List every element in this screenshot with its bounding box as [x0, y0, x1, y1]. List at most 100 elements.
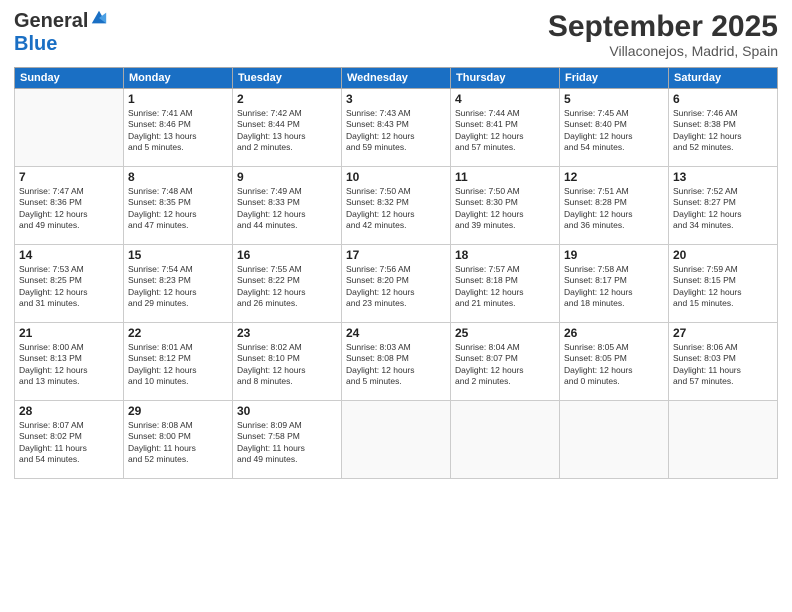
table-row: 9 Sunrise: 7:49 AMSunset: 8:33 PMDaylight… [233, 167, 342, 245]
calendar-header-row: Sunday Monday Tuesday Wednesday Thursday… [15, 68, 778, 89]
day-number: 8 [128, 170, 228, 184]
day-info: Sunrise: 8:06 AMSunset: 8:03 PMDaylight:… [673, 342, 773, 388]
header: General Blue September 2025 Villaconejos… [14, 10, 778, 59]
day-info: Sunrise: 8:05 AMSunset: 8:05 PMDaylight:… [564, 342, 664, 388]
day-number: 17 [346, 248, 446, 262]
table-row: 15 Sunrise: 7:54 AMSunset: 8:23 PMDayligh… [124, 245, 233, 323]
col-wednesday: Wednesday [342, 68, 451, 89]
day-info: Sunrise: 8:01 AMSunset: 8:12 PMDaylight:… [128, 342, 228, 388]
col-sunday: Sunday [15, 68, 124, 89]
day-info: Sunrise: 8:00 AMSunset: 8:13 PMDaylight:… [19, 342, 119, 388]
day-info: Sunrise: 8:07 AMSunset: 8:02 PMDaylight:… [19, 420, 119, 466]
table-row: 30 Sunrise: 8:09 AMSunset: 7:58 PMDayligh… [233, 401, 342, 479]
calendar-week-row: 21 Sunrise: 8:00 AMSunset: 8:13 PMDayligh… [15, 323, 778, 401]
table-row: 6 Sunrise: 7:46 AMSunset: 8:38 PMDaylight… [669, 89, 778, 167]
day-info: Sunrise: 7:50 AMSunset: 8:30 PMDaylight:… [455, 186, 555, 232]
calendar-week-row: 7 Sunrise: 7:47 AMSunset: 8:36 PMDaylight… [15, 167, 778, 245]
table-row: 8 Sunrise: 7:48 AMSunset: 8:35 PMDaylight… [124, 167, 233, 245]
day-info: Sunrise: 8:04 AMSunset: 8:07 PMDaylight:… [455, 342, 555, 388]
day-number: 11 [455, 170, 555, 184]
day-info: Sunrise: 7:49 AMSunset: 8:33 PMDaylight:… [237, 186, 337, 232]
day-number: 6 [673, 92, 773, 106]
table-row [15, 89, 124, 167]
day-info: Sunrise: 7:48 AMSunset: 8:35 PMDaylight:… [128, 186, 228, 232]
logo-icon [90, 9, 108, 27]
day-info: Sunrise: 7:54 AMSunset: 8:23 PMDaylight:… [128, 264, 228, 310]
day-info: Sunrise: 7:43 AMSunset: 8:43 PMDaylight:… [346, 108, 446, 154]
day-number: 22 [128, 326, 228, 340]
table-row: 24Sunrise: 8:03 AMSunset: 8:08 PMDayligh… [342, 323, 451, 401]
day-number: 25 [455, 326, 555, 340]
table-row: 18 Sunrise: 7:57 AMSunset: 8:18 PMDayligh… [451, 245, 560, 323]
col-saturday: Saturday [669, 68, 778, 89]
table-row: 21 Sunrise: 8:00 AMSunset: 8:13 PMDayligh… [15, 323, 124, 401]
calendar-table: Sunday Monday Tuesday Wednesday Thursday… [14, 67, 778, 479]
table-row: 22 Sunrise: 8:01 AMSunset: 8:12 PMDayligh… [124, 323, 233, 401]
calendar-week-row: 14Sunrise: 7:53 AMSunset: 8:25 PMDayligh… [15, 245, 778, 323]
day-number: 10 [346, 170, 446, 184]
day-number: 21 [19, 326, 119, 340]
day-number: 24 [346, 326, 446, 340]
table-row: 2Sunrise: 7:42 AMSunset: 8:44 PMDaylight… [233, 89, 342, 167]
table-row: 20 Sunrise: 7:59 AMSunset: 8:15 PMDayligh… [669, 245, 778, 323]
day-number: 30 [237, 404, 337, 418]
day-number: 12 [564, 170, 664, 184]
day-number: 23 [237, 326, 337, 340]
table-row [342, 401, 451, 479]
day-info: Sunrise: 7:41 AMSunset: 8:46 PMDaylight:… [128, 108, 228, 154]
col-thursday: Thursday [451, 68, 560, 89]
day-number: 9 [237, 170, 337, 184]
table-row: 23 Sunrise: 8:02 AMSunset: 8:10 PMDayligh… [233, 323, 342, 401]
logo-general-text: General [14, 10, 88, 33]
col-friday: Friday [560, 68, 669, 89]
table-row: 3 Sunrise: 7:43 AMSunset: 8:43 PMDaylight… [342, 89, 451, 167]
day-number: 15 [128, 248, 228, 262]
col-tuesday: Tuesday [233, 68, 342, 89]
day-number: 7 [19, 170, 119, 184]
calendar-week-row: 28Sunrise: 8:07 AMSunset: 8:02 PMDayligh… [15, 401, 778, 479]
table-row: 7 Sunrise: 7:47 AMSunset: 8:36 PMDaylight… [15, 167, 124, 245]
logo: General Blue [14, 10, 108, 56]
logo-blue-text: Blue [14, 33, 57, 56]
day-info: Sunrise: 7:46 AMSunset: 8:38 PMDaylight:… [673, 108, 773, 154]
day-number: 19 [564, 248, 664, 262]
table-row: 17Sunrise: 7:56 AMSunset: 8:20 PMDayligh… [342, 245, 451, 323]
day-number: 18 [455, 248, 555, 262]
day-number: 20 [673, 248, 773, 262]
table-row: 28Sunrise: 8:07 AMSunset: 8:02 PMDayligh… [15, 401, 124, 479]
table-row [560, 401, 669, 479]
day-info: Sunrise: 8:02 AMSunset: 8:10 PMDaylight:… [237, 342, 337, 388]
table-row: 29 Sunrise: 8:08 AMSunset: 8:00 PMDayligh… [124, 401, 233, 479]
day-info: Sunrise: 7:58 AMSunset: 8:17 PMDaylight:… [564, 264, 664, 310]
table-row: 26Sunrise: 8:05 AMSunset: 8:05 PMDayligh… [560, 323, 669, 401]
table-row: 25 Sunrise: 8:04 AMSunset: 8:07 PMDayligh… [451, 323, 560, 401]
day-info: Sunrise: 7:50 AMSunset: 8:32 PMDaylight:… [346, 186, 446, 232]
day-number: 29 [128, 404, 228, 418]
main-title: September 2025 [548, 10, 778, 43]
table-row: 14Sunrise: 7:53 AMSunset: 8:25 PMDayligh… [15, 245, 124, 323]
day-info: Sunrise: 7:44 AMSunset: 8:41 PMDaylight:… [455, 108, 555, 154]
table-row [451, 401, 560, 479]
table-row: 27Sunrise: 8:06 AMSunset: 8:03 PMDayligh… [669, 323, 778, 401]
day-info: Sunrise: 7:57 AMSunset: 8:18 PMDaylight:… [455, 264, 555, 310]
day-info: Sunrise: 7:47 AMSunset: 8:36 PMDaylight:… [19, 186, 119, 232]
table-row: 12 Sunrise: 7:51 AMSunset: 8:28 PMDayligh… [560, 167, 669, 245]
title-area: September 2025 Villaconejos, Madrid, Spa… [548, 10, 778, 59]
day-number: 2 [237, 92, 337, 106]
day-info: Sunrise: 7:52 AMSunset: 8:27 PMDaylight:… [673, 186, 773, 232]
day-info: Sunrise: 7:55 AMSunset: 8:22 PMDaylight:… [237, 264, 337, 310]
col-monday: Monday [124, 68, 233, 89]
table-row: 16Sunrise: 7:55 AMSunset: 8:22 PMDayligh… [233, 245, 342, 323]
table-row: 19 Sunrise: 7:58 AMSunset: 8:17 PMDayligh… [560, 245, 669, 323]
day-info: Sunrise: 7:59 AMSunset: 8:15 PMDaylight:… [673, 264, 773, 310]
day-number: 13 [673, 170, 773, 184]
day-number: 4 [455, 92, 555, 106]
day-info: Sunrise: 7:51 AMSunset: 8:28 PMDaylight:… [564, 186, 664, 232]
day-number: 3 [346, 92, 446, 106]
table-row: 13 Sunrise: 7:52 AMSunset: 8:27 PMDayligh… [669, 167, 778, 245]
day-info: Sunrise: 8:09 AMSunset: 7:58 PMDaylight:… [237, 420, 337, 466]
day-info: Sunrise: 7:45 AMSunset: 8:40 PMDaylight:… [564, 108, 664, 154]
calendar-week-row: 1Sunrise: 7:41 AMSunset: 8:46 PMDaylight… [15, 89, 778, 167]
day-info: Sunrise: 8:08 AMSunset: 8:00 PMDaylight:… [128, 420, 228, 466]
day-number: 14 [19, 248, 119, 262]
